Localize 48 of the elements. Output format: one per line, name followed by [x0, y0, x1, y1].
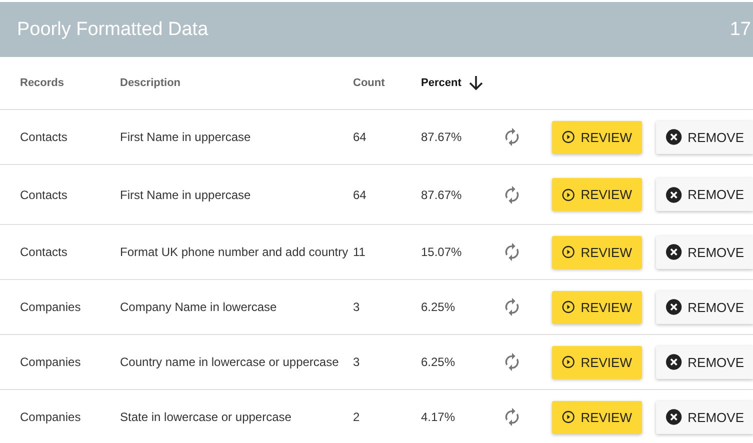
table-cell-text: 87.67%	[421, 130, 463, 144]
table-cell-text: 3	[353, 355, 361, 369]
table-cell-text: 6.25%	[421, 300, 456, 314]
remove-button[interactable]: REMOVE	[656, 120, 753, 154]
table-cell-text: 6.25%	[421, 355, 456, 369]
remove-button[interactable]: REMOVE	[656, 178, 753, 211]
table-cell-text: Contacts	[20, 130, 68, 144]
table-cell-text: Country name in lowercase or uppercase	[120, 355, 340, 369]
remove-button[interactable]: REMOVE	[656, 290, 753, 324]
table-cell-text: Contacts	[20, 188, 68, 202]
table-cell-text: First Name in uppercase	[120, 188, 252, 202]
table-cell-text: 2	[353, 410, 361, 424]
review-button[interactable]: REVIEW	[552, 346, 642, 378]
remove-button[interactable]: REMOVE	[656, 236, 753, 268]
table-cell-text: 87.67%	[421, 188, 463, 202]
close-icon	[666, 126, 682, 148]
close-icon	[666, 296, 682, 318]
table-cell-text: Companies	[20, 410, 82, 424]
table-cell-text: 15.07%	[421, 245, 463, 259]
remove-button[interactable]: REMOVE	[656, 346, 753, 378]
page-title: Poorly Formatted Data	[17, 18, 208, 40]
table-cell-text: First Name in uppercase	[120, 130, 252, 144]
table-cell-text: 4.17%	[421, 410, 456, 424]
table-cell-text: Companies	[20, 355, 82, 369]
close-icon	[666, 351, 682, 373]
column-header[interactable]: Description	[120, 77, 181, 89]
close-icon	[666, 241, 682, 263]
review-button[interactable]: REVIEW	[552, 400, 642, 434]
table-cell-text: State in lowercase or uppercase	[120, 410, 292, 424]
table-cell-text: 3	[353, 300, 361, 314]
review-button[interactable]: REVIEW	[552, 290, 642, 324]
sort-arrow-icon[interactable]	[469, 75, 484, 91]
review-button[interactable]: REVIEW	[552, 178, 642, 211]
column-header[interactable]: Count	[353, 77, 385, 89]
table-cell-text: Format UK phone number and add country	[120, 245, 350, 259]
column-header[interactable]: Percent	[421, 77, 462, 89]
table-cell-text: Companies	[20, 300, 82, 314]
close-icon	[666, 406, 682, 428]
review-button[interactable]: REVIEW	[552, 236, 642, 268]
table-cell-text: 64	[353, 188, 368, 202]
review-button[interactable]: REVIEW	[552, 120, 642, 154]
table-cell-text: Company Name in lowercase	[120, 300, 278, 314]
remove-button[interactable]: REMOVE	[656, 400, 753, 434]
table-cell-text: Contacts	[20, 245, 68, 259]
column-header[interactable]: Records	[20, 77, 64, 89]
record-count: 17	[730, 18, 751, 40]
table-cell-text: 11	[353, 245, 366, 259]
table-cell-text: 64	[353, 130, 368, 144]
